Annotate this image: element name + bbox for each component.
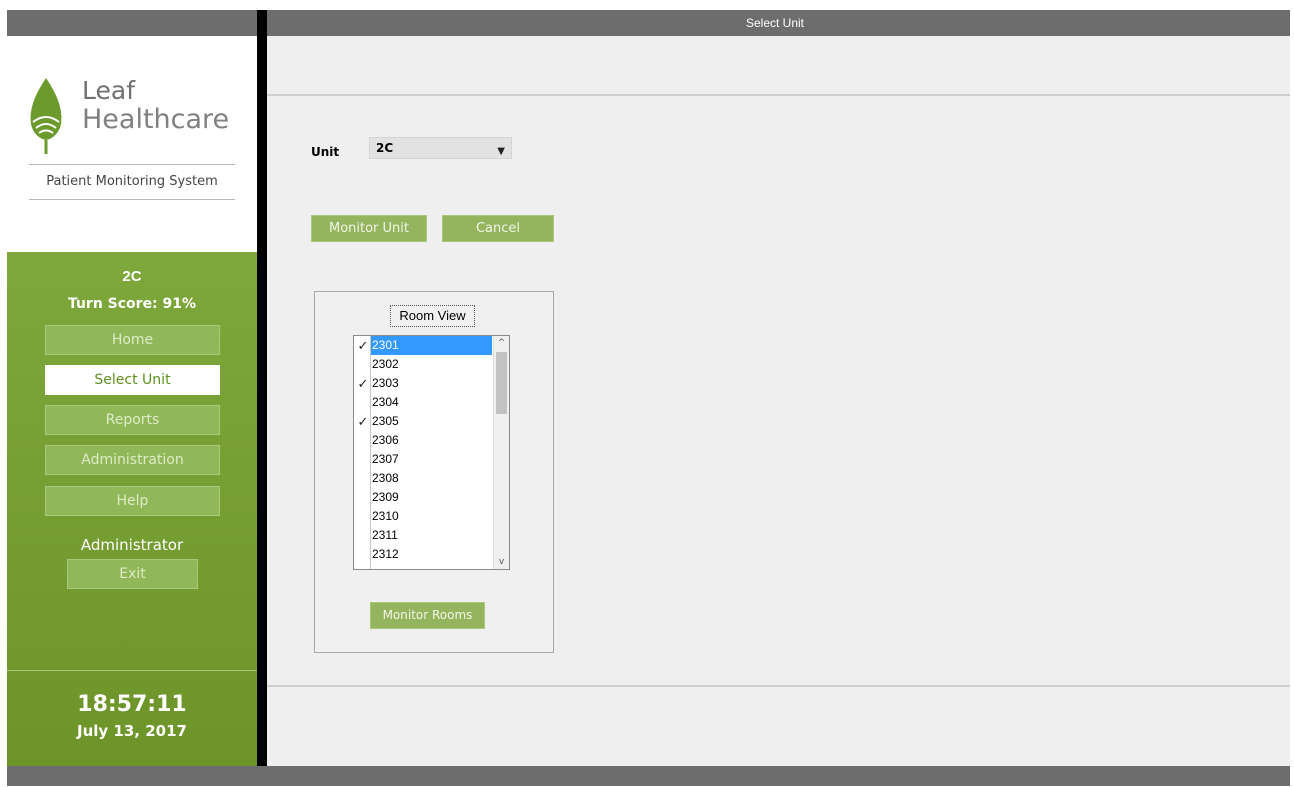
room-listbox[interactable]: ^ v ✓ 2301 2302 ✓ 2303 2304 ✓ 2305 2306 2307 2308 2… <box>353 335 510 570</box>
room-list-item[interactable]: 2310 <box>354 507 494 526</box>
room-number: 2307 <box>372 452 399 466</box>
room-list-item[interactable]: 2308 <box>354 469 494 488</box>
window-title: Select Unit <box>745 16 805 30</box>
room-view-title: Room View <box>390 305 475 327</box>
room-list-item[interactable]: 2309 <box>354 488 494 507</box>
room-number: 2312 <box>372 547 399 561</box>
room-number: 2304 <box>372 395 399 409</box>
unit-field-label: Unit <box>311 145 340 159</box>
unit-select-value: 2C <box>376 141 394 155</box>
logo-text-leaf: Leaf <box>82 76 135 105</box>
app-window: Select Unit Leaf Healthcare Patient Moni… <box>7 10 1290 786</box>
current-unit-name: 2C <box>122 268 142 285</box>
room-list-item[interactable]: 2312 <box>354 545 494 564</box>
room-list-scrollbar[interactable]: ^ v <box>493 336 509 569</box>
room-list-item[interactable]: 2311 <box>354 526 494 545</box>
scroll-down-arrow-icon[interactable]: v <box>494 555 509 569</box>
room-list-item[interactable]: 2306 <box>354 431 494 450</box>
logo-tagline: Patient Monitoring System <box>46 174 218 189</box>
dropdown-arrow-icon: ▼ <box>497 146 505 157</box>
room-list-item[interactable]: 2302 <box>354 355 494 374</box>
unit-select[interactable]: 2C ▼ <box>369 137 512 159</box>
room-number: 2302 <box>372 357 399 371</box>
room-list-item[interactable]: ✓ 2303 <box>354 374 494 393</box>
room-number: 2311 <box>372 528 398 542</box>
clock-date: July 13, 2017 <box>77 722 187 740</box>
sidebar-divider <box>7 670 257 671</box>
checkmark-icon[interactable]: ✓ <box>355 374 371 393</box>
logo-divider-bottom <box>29 199 235 200</box>
room-number: 2301 <box>371 336 492 355</box>
room-number: 2308 <box>372 471 399 485</box>
cancel-button[interactable]: Cancel <box>442 215 554 242</box>
bottom-bar <box>7 766 1290 786</box>
room-list-item[interactable]: 2304 <box>354 393 494 412</box>
room-list-item[interactable]: 2307 <box>354 450 494 469</box>
scroll-thumb[interactable] <box>496 352 507 414</box>
room-list-item[interactable]: ✓ 2301 <box>354 336 494 355</box>
logo-divider-top <box>29 164 235 165</box>
logo-area: Leaf Healthcare Patient Monitoring Syste… <box>7 36 257 252</box>
sidebar-border <box>257 10 267 766</box>
room-list-item[interactable]: ✓ 2305 <box>354 412 494 431</box>
logo-text-healthcare: Healthcare <box>82 104 230 135</box>
room-number: 2305 <box>372 414 399 428</box>
nav-administration-button[interactable]: Administration <box>45 445 220 475</box>
user-role-label: Administrator <box>80 536 184 554</box>
nav-select-unit-button[interactable]: Select Unit <box>45 365 220 395</box>
room-number: 2309 <box>372 490 399 504</box>
content-divider-bottom <box>267 685 1290 687</box>
nav-help-button[interactable]: Help <box>45 486 220 516</box>
clock-time: 18:57:11 <box>77 692 187 717</box>
sidebar: Leaf Healthcare Patient Monitoring Syste… <box>7 36 257 766</box>
checkmark-icon[interactable]: ✓ <box>355 412 371 431</box>
exit-button[interactable]: Exit <box>67 559 198 589</box>
scroll-up-arrow-icon[interactable]: ^ <box>494 336 509 350</box>
room-view-panel: Room View ^ v ✓ 2301 2302 ✓ 2303 2304 ✓ 2305 230… <box>314 291 554 653</box>
turn-score: Turn Score: 91% <box>67 296 197 312</box>
leaf-logo-icon <box>30 78 62 154</box>
room-number: 2303 <box>372 376 399 390</box>
title-bar: Select Unit <box>7 10 1290 36</box>
nav-home-button[interactable]: Home <box>45 325 220 355</box>
monitor-unit-button[interactable]: Monitor Unit <box>311 215 427 242</box>
nav-reports-button[interactable]: Reports <box>45 405 220 435</box>
content-divider-top <box>267 94 1290 96</box>
status-panel: 2C Turn Score: 91% Home Select Unit Repo… <box>7 252 257 766</box>
monitor-rooms-button[interactable]: Monitor Rooms <box>370 602 485 629</box>
room-number: 2310 <box>372 509 399 523</box>
room-number: 2306 <box>372 433 399 447</box>
checkmark-icon[interactable]: ✓ <box>355 336 371 355</box>
